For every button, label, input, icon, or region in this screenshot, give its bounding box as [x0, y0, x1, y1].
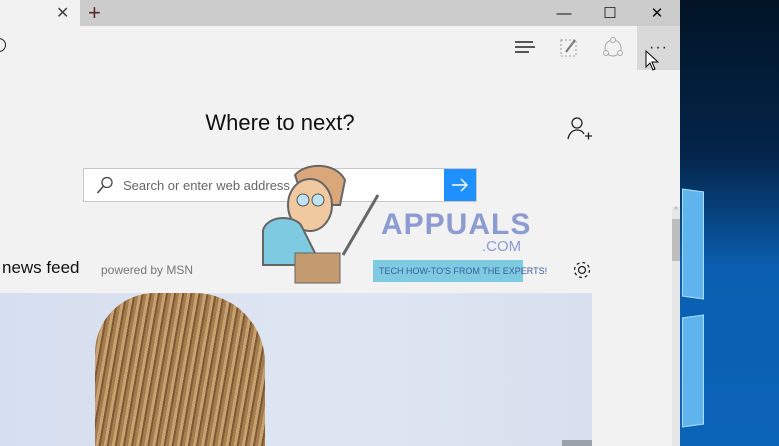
search-icon: [96, 176, 113, 194]
toolbar: ···: [0, 26, 680, 70]
carousel-next-button[interactable]: [562, 440, 592, 446]
scrollbar-thumb[interactable]: [672, 219, 680, 261]
page-heading: Where to next?: [205, 110, 355, 135]
watermark-tagline: TECH HOW-TO'S FROM THE EXPERTS!: [373, 260, 547, 282]
mouse-cursor-icon: [645, 50, 659, 71]
hub-button[interactable]: [505, 26, 545, 70]
web-note-button[interactable]: [549, 26, 589, 70]
share-icon: [603, 37, 623, 57]
new-tab-button[interactable]: +: [88, 0, 101, 26]
minimize-button[interactable]: —: [541, 0, 587, 26]
maximize-button[interactable]: ☐: [587, 0, 633, 26]
watermark-name: APPUALS: [381, 208, 532, 241]
settings-gear-icon[interactable]: [571, 259, 593, 281]
appuals-watermark-logo: APPUALS .COM TECH HOW-TO'S FROM THE EXPE…: [255, 160, 547, 285]
windows-logo-pane: [682, 188, 704, 300]
tab-bar: ✕ + — ☐ ✕: [0, 0, 680, 26]
powered-by-label: powered by MSN: [101, 263, 194, 277]
edge-browser-window: ✕ + — ☐ ✕ ··· Where to next? news feed p…: [0, 0, 680, 446]
watermark-domain: .COM: [482, 238, 522, 255]
close-window-button[interactable]: ✕: [634, 0, 680, 26]
share-button[interactable]: [593, 26, 633, 70]
vertical-scrollbar[interactable]: ^: [672, 207, 680, 446]
news-feed-hero-image[interactable]: [0, 293, 592, 446]
hub-icon: [515, 41, 535, 53]
active-tab[interactable]: ✕: [0, 0, 80, 26]
refresh-icon[interactable]: [0, 38, 6, 52]
mascot-illustration: [262, 164, 380, 284]
desktop-background: [680, 0, 779, 446]
hero-image-subject: [95, 293, 265, 446]
news-feed-title: news feed: [2, 258, 80, 277]
close-tab-icon[interactable]: ✕: [56, 3, 69, 23]
add-account-icon[interactable]: [567, 116, 593, 142]
web-note-icon: [560, 39, 577, 57]
windows-logo-pane: [682, 314, 704, 428]
scroll-up-arrow-icon[interactable]: ^: [672, 207, 680, 216]
